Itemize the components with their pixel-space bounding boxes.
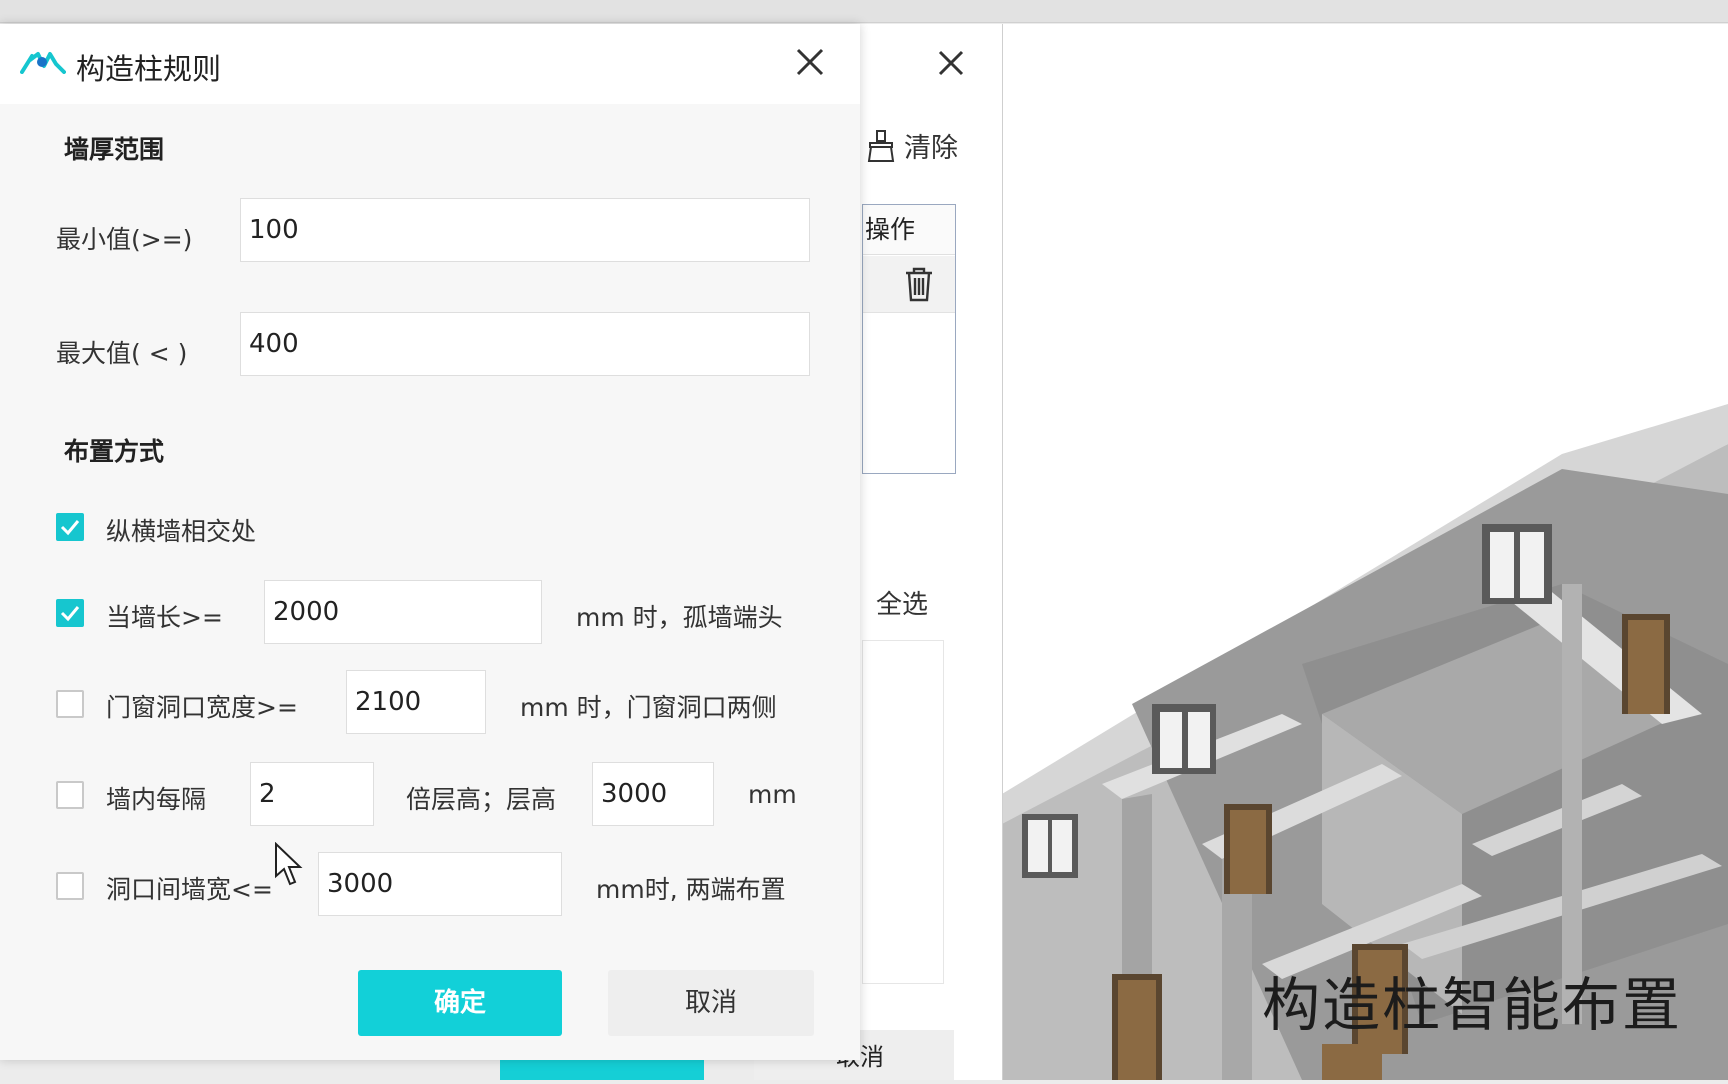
cancel-button[interactable]: 取消 (608, 970, 814, 1036)
dialog-title: 构造柱规则 (76, 52, 222, 86)
checkbox-wall-intersection[interactable] (56, 513, 84, 541)
option-opening-width-label: 门窗洞口宽度>= (106, 693, 298, 722)
clear-button-label: 清除 (904, 133, 958, 164)
ops-header: 操作 (863, 205, 955, 255)
opening-gap-input[interactable]: 3000 (318, 852, 562, 916)
check-icon (60, 606, 80, 622)
floor-height-input[interactable]: 3000 (592, 762, 714, 826)
max-value-input[interactable]: 400 (240, 312, 810, 376)
min-value-input[interactable]: 100 (240, 198, 810, 262)
interval-multiplier-input[interactable]: 2 (250, 762, 374, 826)
clear-button[interactable]: 清除 (866, 126, 958, 165)
opening-width-input[interactable]: 2100 (346, 670, 486, 734)
select-all-link[interactable]: 全选 (876, 584, 928, 621)
close-icon[interactable] (792, 44, 828, 80)
option-opening-gap-label: 洞口间墙宽<= (106, 875, 273, 904)
construct-column-rules-dialog: 构造柱规则 墙厚范围 最小值(>=) 100 最大值( < ) 400 布置方式… (0, 24, 860, 1060)
3d-scene-view[interactable] (1002, 24, 1728, 1080)
close-icon[interactable] (936, 48, 966, 78)
section-wall-thickness: 墙厚范围 (64, 135, 165, 164)
option-interval-unit: mm (748, 780, 797, 809)
checkbox-opening-gap[interactable] (56, 872, 84, 900)
dialog-title-bar: 构造柱规则 (0, 24, 860, 104)
top-bar (0, 0, 1728, 23)
option-opening-width-suffix: mm 时，门窗洞口两侧 (520, 693, 777, 722)
background-list (862, 640, 944, 984)
wall-length-input[interactable]: 2000 (264, 580, 542, 644)
broom-icon (867, 129, 895, 162)
operations-table: 操作 (862, 204, 956, 474)
option-wall-interval-label: 墙内每隔 (106, 785, 207, 814)
building-model-render (1002, 404, 1728, 1080)
section-layout-mode: 布置方式 (64, 437, 165, 466)
checkbox-wall-length[interactable] (56, 599, 84, 627)
check-icon (60, 520, 80, 536)
scene-caption: 构造柱智能布置 (1262, 971, 1683, 1039)
option-wall-intersection-label: 纵横墙相交处 (106, 517, 257, 546)
option-interval-middle-label: 倍层高；层高 (406, 785, 557, 814)
trash-icon[interactable] (903, 266, 935, 302)
option-wall-length-label: 当墙长>= (106, 603, 223, 632)
option-opening-gap-suffix: mm时, 两端布置 (596, 875, 786, 904)
table-row (863, 256, 955, 313)
max-value-label: 最大值( < ) (56, 339, 188, 368)
checkbox-wall-interval[interactable] (56, 781, 84, 809)
checkbox-opening-width[interactable] (56, 690, 84, 718)
mouse-cursor-icon (275, 842, 303, 886)
option-wall-length-suffix: mm 时，孤墙端头 (576, 603, 783, 632)
confirm-button[interactable]: 确定 (358, 970, 562, 1036)
app-logo-icon (20, 52, 66, 74)
min-value-label: 最小值(>=) (56, 225, 193, 254)
